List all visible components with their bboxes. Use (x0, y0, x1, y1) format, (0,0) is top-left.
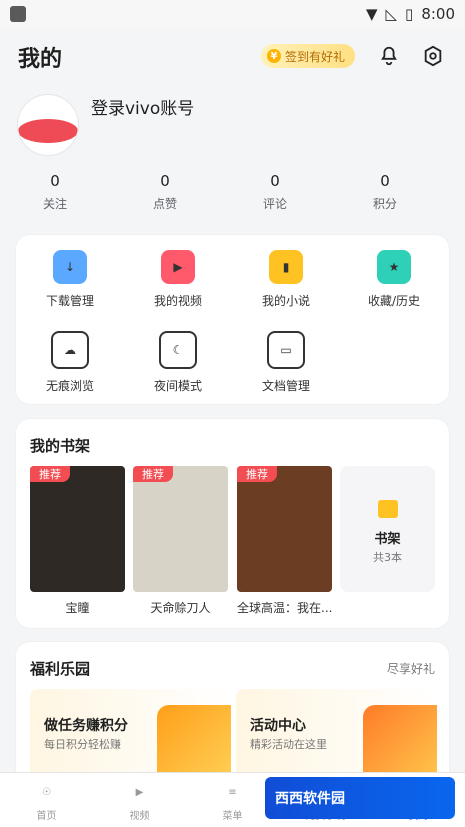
header: 我的 ¥ 签到有好礼 (0, 28, 465, 86)
play-icon: ▶ (135, 786, 144, 798)
stat-points[interactable]: 0 积分 (330, 172, 440, 220)
bell-icon[interactable] (375, 42, 403, 70)
star-icon: ★ (377, 250, 411, 284)
bookshelf-card: 我的书架 推荐 宝瞳 推荐 天命赊刀人 推荐 全球高温：我在... 书架 共3本 (16, 419, 449, 628)
recommend-badge: 推荐 (237, 466, 277, 482)
book-cover-1[interactable]: 推荐 (30, 466, 125, 592)
video-icon: ▶ (161, 250, 195, 284)
stats-row: 0 关注 0 点赞 0 评论 0 积分 (0, 172, 465, 220)
bookshelf-count: 共3本 (373, 551, 402, 564)
bookshelf-more-card[interactable]: 书架 共3本 (340, 466, 435, 592)
tool-video[interactable]: ▶ 我的视频 (124, 250, 232, 316)
checkin-label: 签到有好礼 (284, 49, 345, 64)
book-cover-3[interactable]: 推荐 (237, 466, 332, 592)
book-title-2: 天命赊刀人 (150, 601, 211, 615)
status-bar: ▼ ◺ ▯ 8:00 (0, 0, 465, 28)
task-points-card[interactable]: 做任务赚积分 每日积分轻松赚 (30, 689, 231, 779)
tool-documents[interactable]: ▭ 文档管理 (232, 331, 340, 397)
gift-icon (157, 705, 231, 779)
login-link[interactable]: 登录vivo账号 (91, 94, 194, 119)
home-icon: ☉ (42, 786, 51, 798)
tool-night-mode[interactable]: ☾ 夜间模式 (124, 331, 232, 397)
ghost-icon: ☁ (51, 331, 89, 369)
recommend-badge: 推荐 (30, 466, 70, 482)
download-folder-icon: ↓ (53, 250, 87, 284)
battery-icon: ▯ (405, 5, 414, 23)
bookshelf-title: 我的书架 (30, 437, 91, 455)
checkin-button[interactable]: ¥ 签到有好礼 (260, 44, 355, 68)
signal-icon: ◺ (385, 5, 398, 23)
settings-icon[interactable] (419, 42, 447, 70)
notification-icon (10, 6, 26, 22)
tools-card: ↓ 下载管理 ▶ 我的视频 ▮ 我的小说 ★ 收藏/历史 ☁ 无痕浏览 ☾ 夜间模式 ▭ 文档… (16, 235, 449, 404)
stat-comment[interactable]: 0 评论 (220, 172, 330, 220)
avatar[interactable] (17, 94, 79, 156)
tool-novel[interactable]: ▮ 我的小说 (232, 250, 340, 316)
book-title-3: 全球高温：我在... (237, 601, 332, 615)
status-icons: ▼ ◺ ▯ 8:00 (366, 5, 455, 23)
book-cover-2[interactable]: 推荐 (133, 466, 228, 592)
stat-follow[interactable]: 0 关注 (0, 172, 110, 220)
stat-like[interactable]: 0 点赞 (110, 172, 220, 220)
activity-center-card[interactable]: 活动中心 精彩活动在这里 (236, 689, 437, 779)
status-time: 8:00 (421, 5, 455, 23)
money-bag-icon (363, 705, 437, 779)
tool-favorite-history[interactable]: ★ 收藏/历史 (340, 250, 448, 316)
moon-icon: ☾ (159, 331, 197, 369)
profile-section[interactable]: 登录vivo账号 (17, 94, 457, 158)
coin-icon: ¥ (266, 49, 281, 63)
nav-home[interactable]: ☉ 首页 (0, 773, 93, 827)
bookshelf-label: 书架 (374, 532, 401, 547)
nav-video[interactable]: ▶ 视频 (93, 773, 186, 827)
welfare-link[interactable]: 尽享好礼 (387, 660, 435, 677)
recommend-badge: 推荐 (133, 466, 173, 482)
bookshelf-icon (378, 500, 398, 518)
tools-grid: ↓ 下载管理 ▶ 我的视频 ▮ 我的小说 ★ 收藏/历史 ☁ 无痕浏览 ☾ 夜间模式 ▭ 文档… (16, 250, 449, 397)
novel-icon: ▮ (269, 250, 303, 284)
folder-icon: ▭ (267, 331, 305, 369)
welfare-title: 福利乐园 (30, 660, 91, 678)
avatar-graphic (18, 119, 78, 143)
book-title-1: 宝瞳 (65, 601, 90, 615)
tool-download[interactable]: ↓ 下载管理 (16, 250, 124, 316)
watermark: 西西软件园 (265, 777, 455, 819)
page-title: 我的 (18, 47, 63, 72)
wifi-icon: ▼ (365, 5, 378, 23)
tool-incognito[interactable]: ☁ 无痕浏览 (16, 331, 124, 397)
